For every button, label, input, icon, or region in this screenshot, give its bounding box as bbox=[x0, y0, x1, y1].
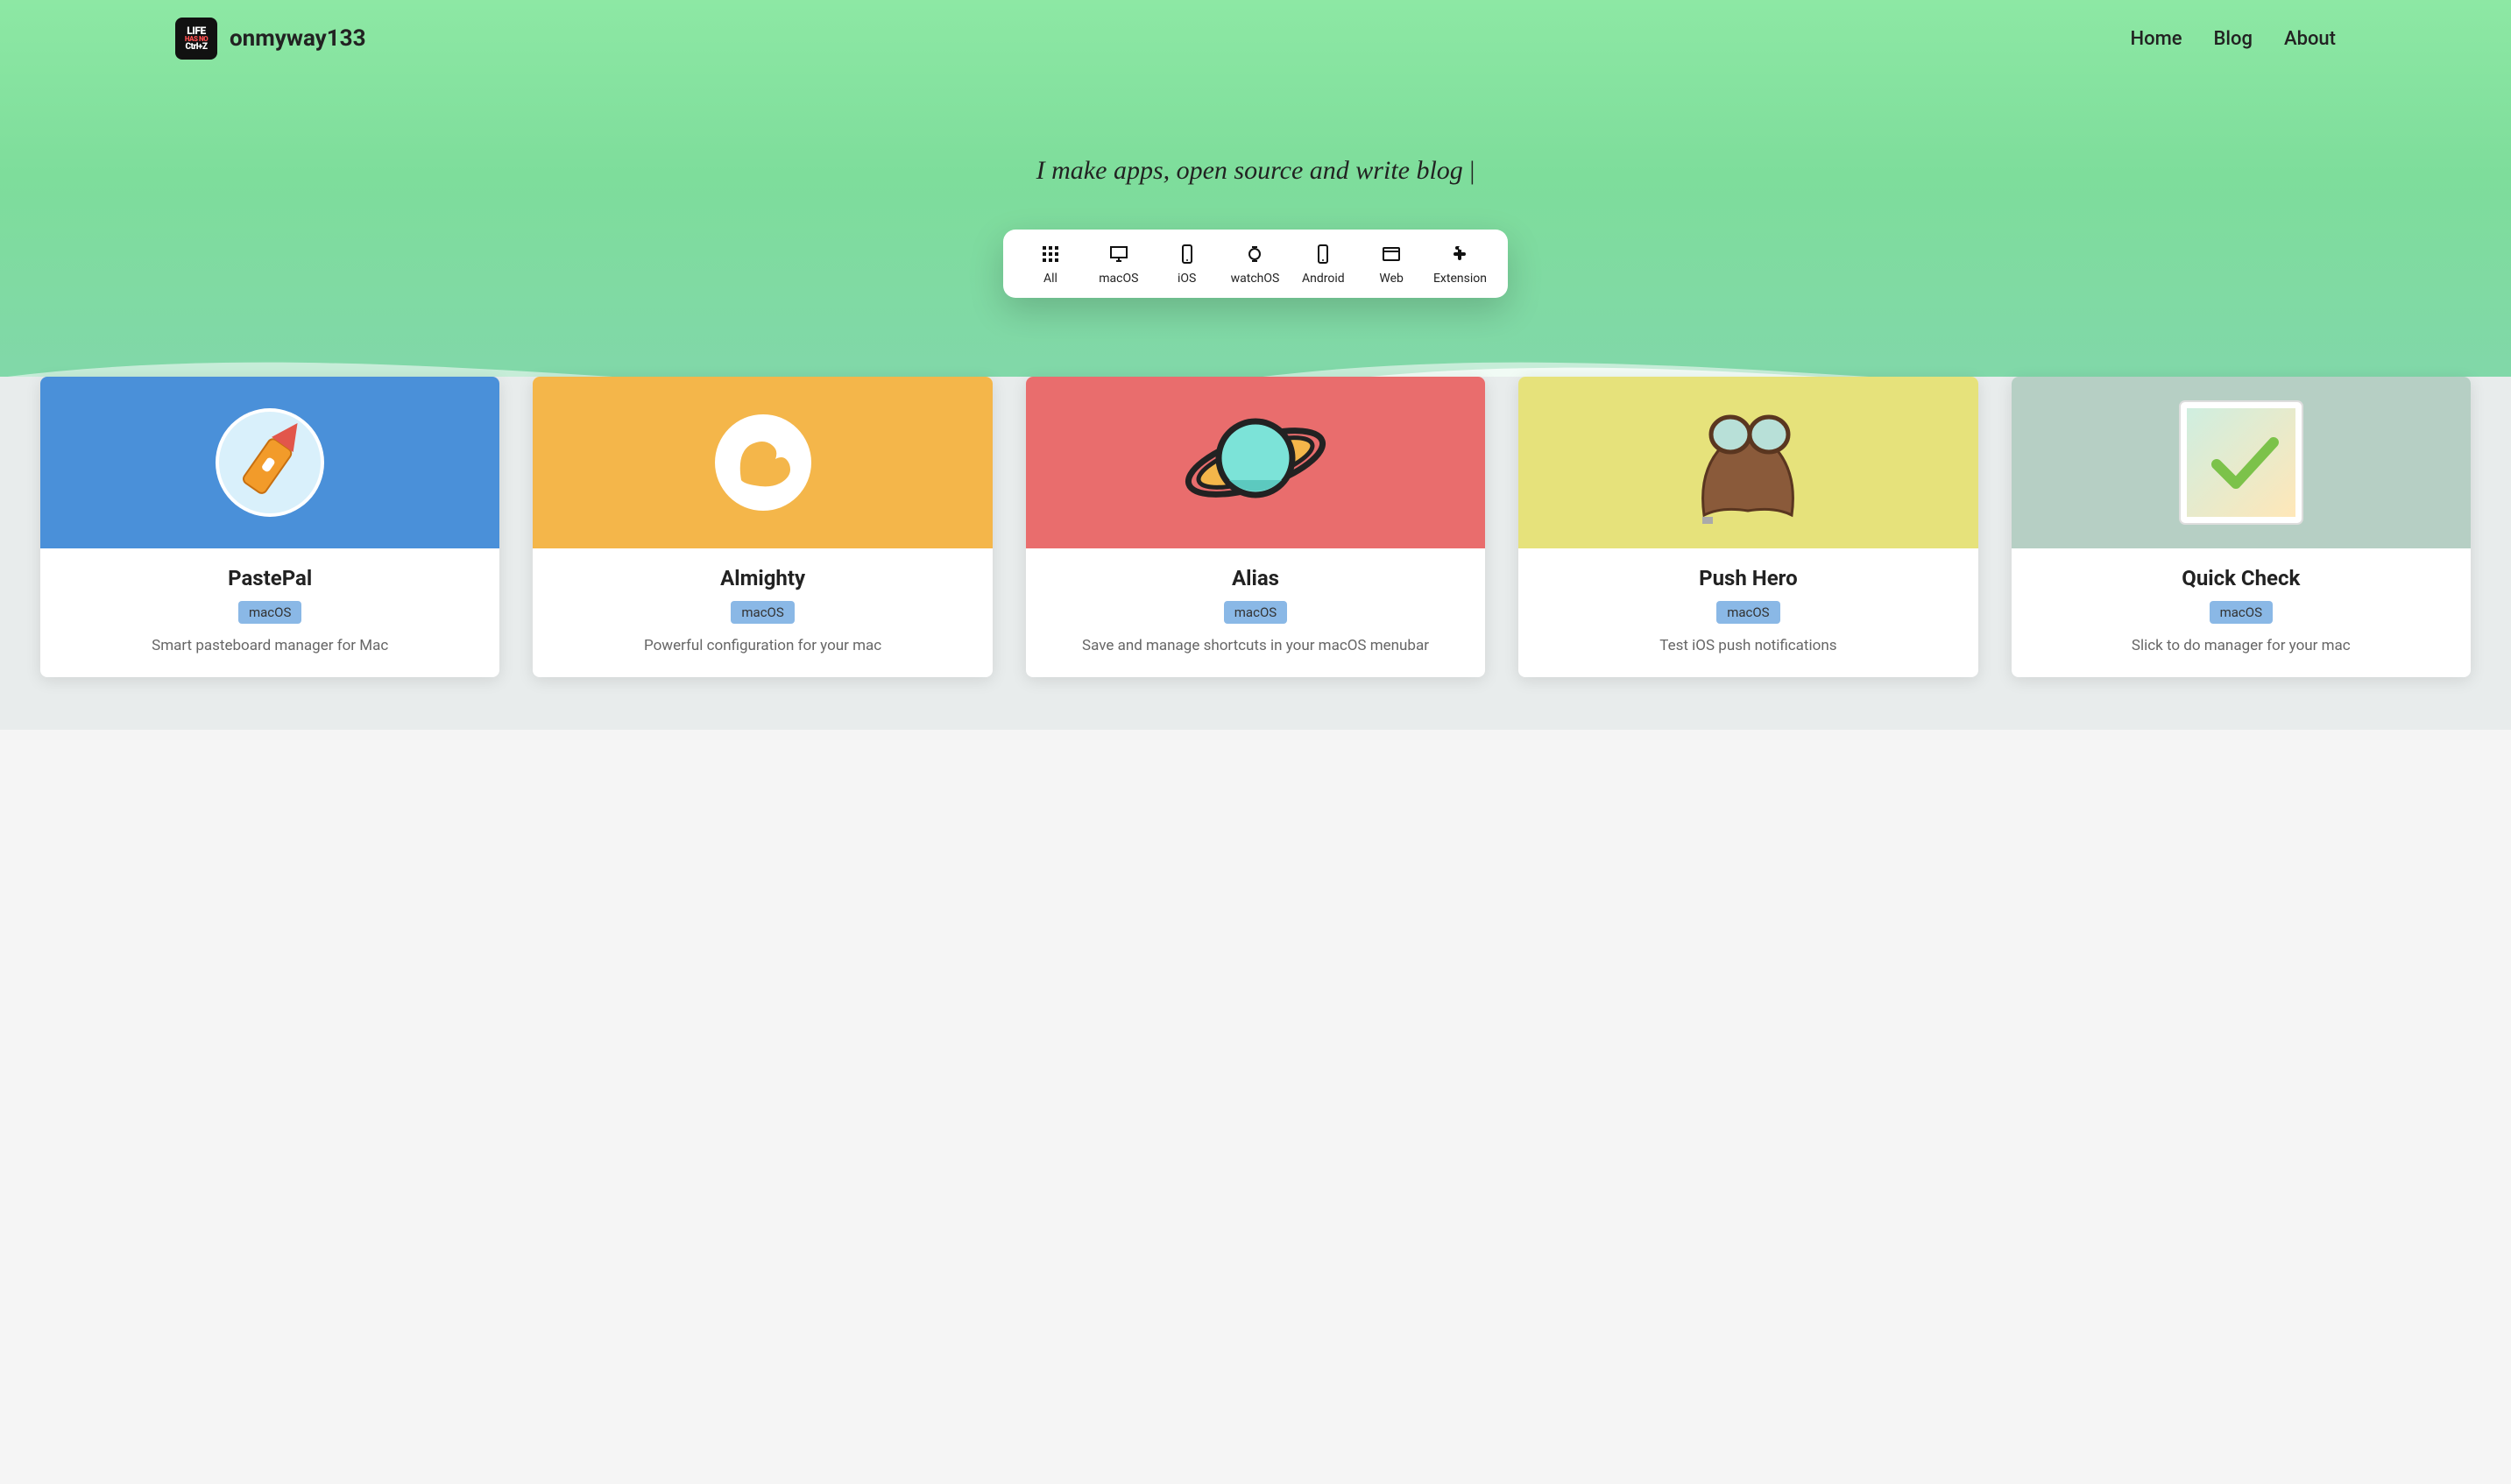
card-pushhero[interactable]: Push Hero macOS Test iOS push notificati… bbox=[1518, 377, 1977, 677]
platform-badge: macOS bbox=[1224, 601, 1287, 624]
card-desc: Test iOS push notifications bbox=[1534, 636, 1962, 656]
almighty-icon bbox=[702, 401, 824, 524]
nav-about[interactable]: About bbox=[2284, 28, 2336, 50]
cards-grid: PastePal macOS Smart pasteboard manager … bbox=[40, 377, 2471, 677]
checkmark-icon bbox=[2173, 394, 2309, 531]
pastepal-icon bbox=[204, 397, 336, 528]
card-desc: Powerful configuration for your mac bbox=[548, 636, 976, 656]
filter-label: All bbox=[1043, 272, 1057, 286]
card-quickcheck[interactable]: Quick Check macOS Slick to do manager fo… bbox=[2012, 377, 2471, 677]
card-image bbox=[1518, 377, 1977, 548]
filter-web[interactable]: Web bbox=[1365, 244, 1418, 286]
platform-badge: macOS bbox=[238, 601, 301, 624]
planet-icon bbox=[1177, 401, 1334, 524]
card-image bbox=[40, 377, 499, 548]
card-body: PastePal macOS Smart pasteboard manager … bbox=[40, 548, 499, 677]
filter-bar: All macOS iOS watchOS Android Web Extens… bbox=[1003, 230, 1508, 298]
filter-ios[interactable]: iOS bbox=[1161, 244, 1213, 286]
card-pastepal[interactable]: PastePal macOS Smart pasteboard manager … bbox=[40, 377, 499, 677]
card-desc: Slick to do manager for your mac bbox=[2027, 636, 2455, 656]
filter-label: watchOS bbox=[1231, 272, 1280, 286]
platform-badge: macOS bbox=[2210, 601, 2273, 624]
card-title: Quick Check bbox=[2027, 566, 2455, 590]
filter-macos[interactable]: macOS bbox=[1093, 244, 1145, 286]
card-title: PastePal bbox=[56, 566, 484, 590]
platform-badge: macOS bbox=[1716, 601, 1779, 624]
card-image bbox=[1026, 377, 1485, 548]
card-title: Almighty bbox=[548, 566, 976, 590]
card-title: Alias bbox=[1042, 566, 1469, 590]
watch-icon bbox=[1244, 244, 1265, 265]
platform-badge: macOS bbox=[731, 601, 794, 624]
desktop-icon bbox=[1108, 244, 1129, 265]
card-image bbox=[2012, 377, 2471, 548]
card-desc: Smart pasteboard manager for Mac bbox=[56, 636, 484, 656]
filter-label: iOS bbox=[1178, 272, 1196, 286]
card-body: Almighty macOS Powerful configuration fo… bbox=[533, 548, 992, 677]
card-image bbox=[533, 377, 992, 548]
filter-label: macOS bbox=[1099, 272, 1138, 286]
filter-all[interactable]: All bbox=[1024, 244, 1077, 286]
nav-home[interactable]: Home bbox=[2131, 28, 2182, 50]
card-desc: Save and manage shortcuts in your macOS … bbox=[1042, 636, 1469, 656]
browser-icon bbox=[1381, 244, 1402, 265]
card-body: Alias macOS Save and manage shortcuts in… bbox=[1026, 548, 1485, 677]
tagline: I make apps, open source and write blog bbox=[0, 156, 2511, 186]
card-alias[interactable]: Alias macOS Save and manage shortcuts in… bbox=[1026, 377, 1485, 677]
brand-name: onmyway133 bbox=[230, 25, 366, 52]
grid-icon bbox=[1040, 244, 1061, 265]
filter-extension[interactable]: Extension bbox=[1433, 244, 1487, 286]
filter-label: Android bbox=[1302, 272, 1345, 286]
main-nav: Home Blog About bbox=[2131, 28, 2337, 50]
pilot-hat-icon bbox=[1669, 392, 1827, 533]
puzzle-icon bbox=[1449, 244, 1470, 265]
filter-android[interactable]: Android bbox=[1297, 244, 1349, 286]
cards-section: PastePal macOS Smart pasteboard manager … bbox=[0, 377, 2511, 730]
filter-label: Extension bbox=[1433, 272, 1487, 286]
logo-line3: Ctrl+Z bbox=[186, 43, 208, 52]
phone-icon bbox=[1177, 244, 1198, 265]
phone-icon bbox=[1312, 244, 1333, 265]
card-title: Push Hero bbox=[1534, 566, 1962, 590]
filter-watchos[interactable]: watchOS bbox=[1228, 244, 1281, 286]
card-body: Quick Check macOS Slick to do manager fo… bbox=[2012, 548, 2471, 677]
brand[interactable]: LIFE HAS NO Ctrl+Z onmyway133 bbox=[175, 18, 366, 60]
card-body: Push Hero macOS Test iOS push notificati… bbox=[1518, 548, 1977, 677]
card-almighty[interactable]: Almighty macOS Powerful configuration fo… bbox=[533, 377, 992, 677]
logo-icon: LIFE HAS NO Ctrl+Z bbox=[175, 18, 217, 60]
header: LIFE HAS NO Ctrl+Z onmyway133 Home Blog … bbox=[0, 0, 2511, 77]
filter-label: Web bbox=[1379, 272, 1404, 286]
nav-blog[interactable]: Blog bbox=[2214, 28, 2253, 50]
